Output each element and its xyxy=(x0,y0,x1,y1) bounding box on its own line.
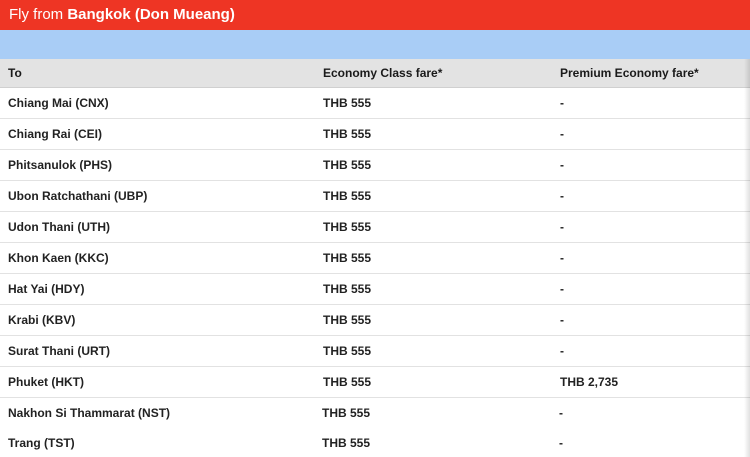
header-premium: Premium Economy fare* xyxy=(560,66,699,80)
destination-cell: Phitsanulok (PHS) xyxy=(8,158,113,172)
destination-cell: Phuket (HKT) xyxy=(8,375,84,389)
table-row: Trang (TST) THB 555 - xyxy=(0,428,750,457)
table-row: Chiang Mai (CNX) THB 555 - xyxy=(0,88,750,119)
table-header: To Economy Class fare* Premium Economy f… xyxy=(0,59,750,88)
destination-cell: Hat Yai (HDY) xyxy=(8,282,85,296)
destination-cell: Udon Thani (UTH) xyxy=(8,220,110,234)
premium-fare-cell: - xyxy=(560,127,564,141)
economy-fare-cell: THB 555 xyxy=(323,375,372,389)
destination-cell: Ubon Ratchathani (UBP) xyxy=(8,189,148,203)
premium-fare-cell: - xyxy=(560,344,564,358)
route-banner: Fly from Bangkok (Don Mueang) xyxy=(0,0,750,30)
banner-prefix: Fly from xyxy=(9,6,64,23)
premium-fare-cell: - xyxy=(560,189,564,203)
banner-strip xyxy=(0,30,750,59)
premium-fare-cell: - xyxy=(560,158,564,172)
economy-fare-cell: THB 555 xyxy=(322,406,371,420)
economy-fare-cell: THB 555 xyxy=(323,251,372,265)
economy-fare-cell: THB 555 xyxy=(323,158,372,172)
economy-fare-cell: THB 555 xyxy=(322,436,371,450)
premium-fare-cell: - xyxy=(559,436,563,450)
premium-fare-cell: - xyxy=(560,313,564,327)
table-row: Nakhon Si Thammarat (NST) THB 555 - xyxy=(0,398,750,429)
header-economy: Economy Class fare* xyxy=(323,66,443,80)
table-row: Krabi (KBV) THB 555 - xyxy=(0,305,750,336)
premium-fare-cell: - xyxy=(560,251,564,265)
premium-fare-cell: - xyxy=(560,282,564,296)
banner-origin: Bangkok (Don Mueang) xyxy=(67,6,235,23)
header-to: To xyxy=(8,66,22,80)
economy-fare-cell: THB 555 xyxy=(323,189,372,203)
destination-cell: Krabi (KBV) xyxy=(8,313,76,327)
table-row: Phuket (HKT) THB 555 THB 2,735 xyxy=(0,367,750,398)
table-row: Khon Kaen (KKC) THB 555 - xyxy=(0,243,750,274)
destination-cell: Khon Kaen (KKC) xyxy=(8,251,109,265)
premium-fare-cell: THB 2,735 xyxy=(560,375,619,389)
destination-cell: Trang (TST) xyxy=(8,436,75,450)
economy-fare-cell: THB 555 xyxy=(323,220,372,234)
destination-cell: Surat Thani (URT) xyxy=(8,344,110,358)
table-row: Phitsanulok (PHS) THB 555 - xyxy=(0,150,750,181)
premium-fare-cell: - xyxy=(559,406,563,420)
table-row: Surat Thani (URT) THB 555 - xyxy=(0,336,750,367)
destination-cell: Nakhon Si Thammarat (NST) xyxy=(8,406,171,420)
premium-fare-cell: - xyxy=(560,220,564,234)
table-row: Chiang Rai (CEI) THB 555 - xyxy=(0,119,750,150)
premium-fare-cell: - xyxy=(560,96,564,110)
table-row: Udon Thani (UTH) THB 555 - xyxy=(0,212,750,243)
fare-table-panel: Fly from Bangkok (Don Mueang) To Economy… xyxy=(0,0,750,457)
destination-cell: Chiang Rai (CEI) xyxy=(8,127,103,141)
economy-fare-cell: THB 555 xyxy=(323,282,372,296)
table-row: Ubon Ratchathani (UBP) THB 555 - xyxy=(0,181,750,212)
economy-fare-cell: THB 555 xyxy=(323,127,372,141)
economy-fare-cell: THB 555 xyxy=(323,96,372,110)
table-row: Hat Yai (HDY) THB 555 - xyxy=(0,274,750,305)
economy-fare-cell: THB 555 xyxy=(323,344,372,358)
economy-fare-cell: THB 555 xyxy=(323,313,372,327)
destination-cell: Chiang Mai (CNX) xyxy=(8,96,109,110)
